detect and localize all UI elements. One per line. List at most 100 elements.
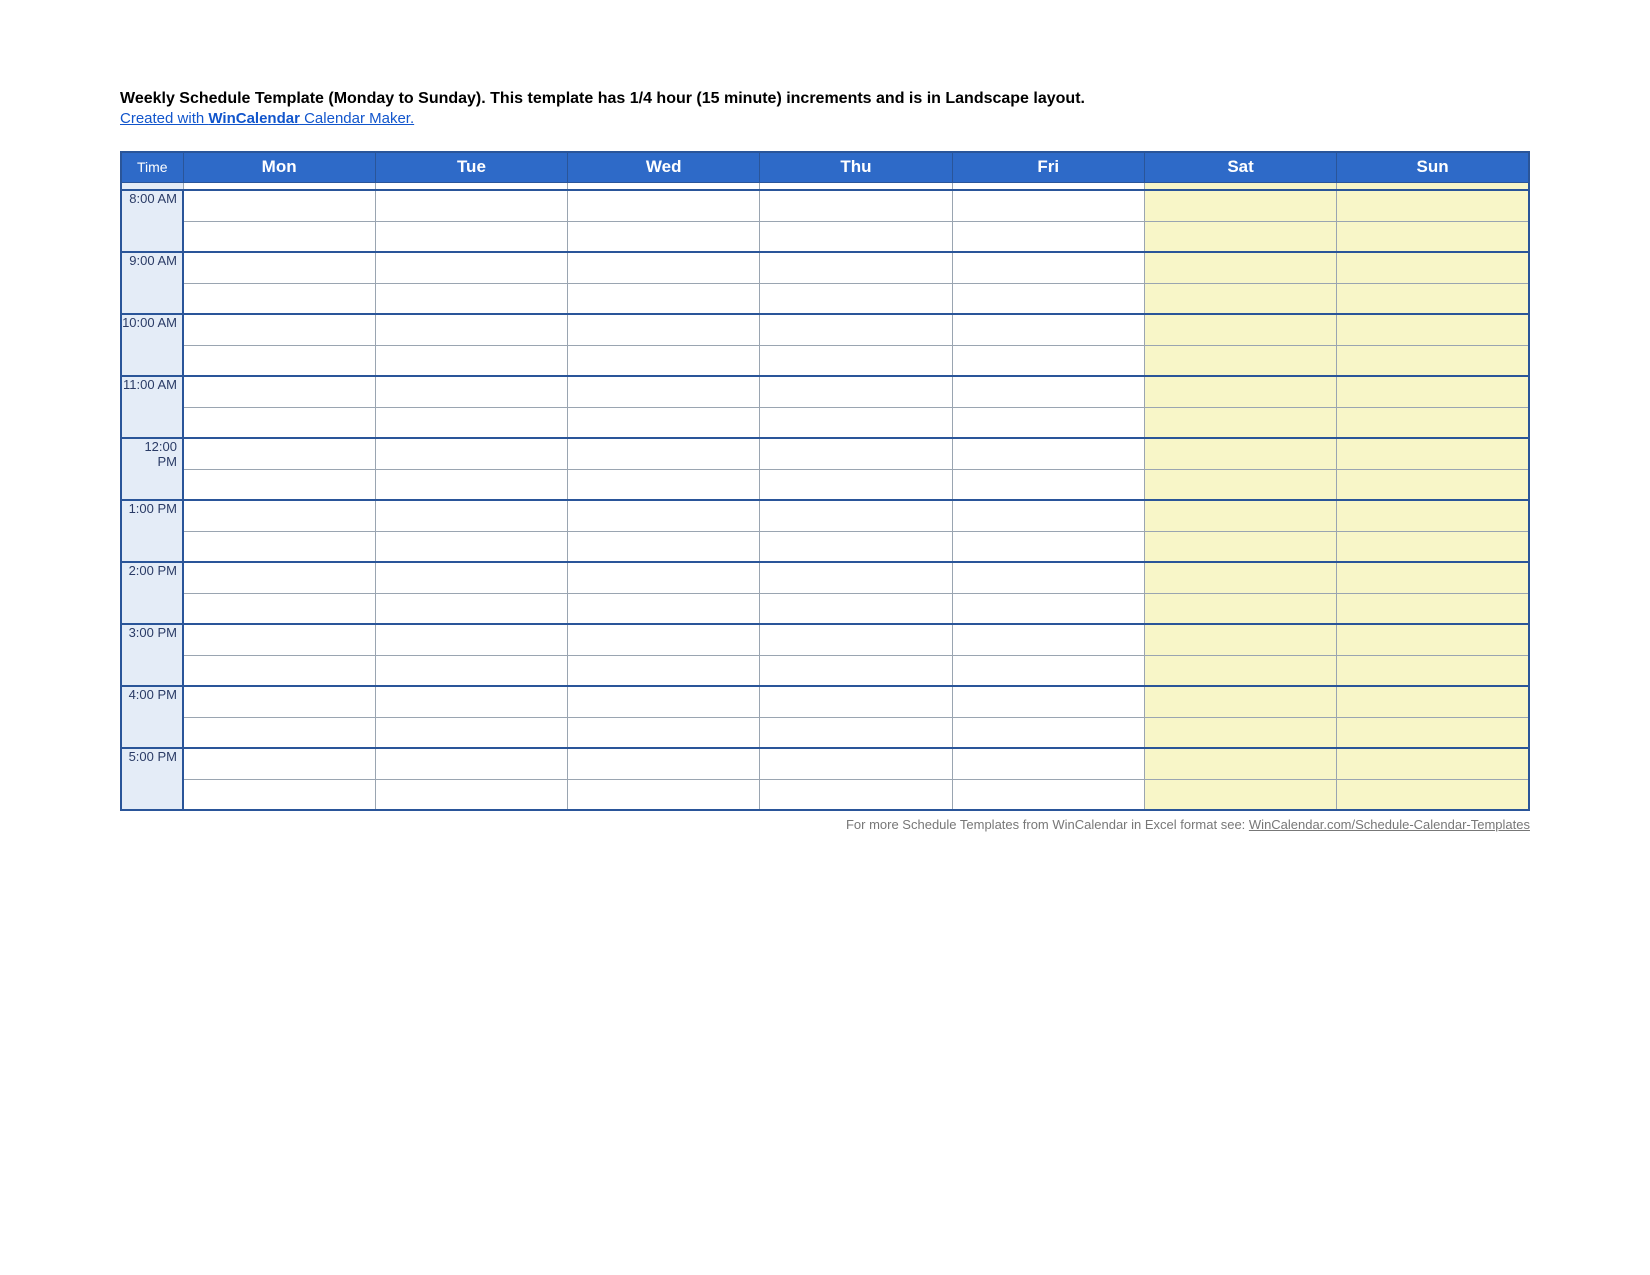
cell <box>952 407 1144 438</box>
time-cell <box>121 182 183 190</box>
cell <box>952 376 1144 407</box>
cell <box>1337 593 1529 624</box>
cell <box>375 562 567 593</box>
time-label: 10:00 AM <box>121 314 183 376</box>
cell <box>952 717 1144 748</box>
footer-note: For more Schedule Templates from WinCale… <box>120 817 1530 832</box>
cell <box>568 190 760 221</box>
cell <box>183 655 375 686</box>
cell <box>183 593 375 624</box>
col-tue: Tue <box>375 152 567 182</box>
cell <box>1337 748 1529 779</box>
cell <box>1144 469 1336 500</box>
cell <box>1337 283 1529 314</box>
col-sat: Sat <box>1144 152 1336 182</box>
cell <box>1144 562 1336 593</box>
table-row <box>121 717 1529 748</box>
cell <box>952 686 1144 717</box>
cell <box>760 717 952 748</box>
table-row <box>121 345 1529 376</box>
cell <box>952 624 1144 655</box>
cell <box>760 190 952 221</box>
cell <box>375 593 567 624</box>
table-row: 10:00 AM <box>121 314 1529 345</box>
cell <box>1337 438 1529 469</box>
cell <box>760 407 952 438</box>
cell <box>568 655 760 686</box>
cell <box>183 221 375 252</box>
cell <box>375 283 567 314</box>
time-label: 9:00 AM <box>121 252 183 314</box>
col-mon: Mon <box>183 152 375 182</box>
cell <box>1337 779 1529 810</box>
cell <box>375 407 567 438</box>
cell <box>1144 221 1336 252</box>
cell <box>1144 376 1336 407</box>
cell <box>375 717 567 748</box>
cell <box>375 531 567 562</box>
cell <box>1144 717 1336 748</box>
cell <box>568 562 760 593</box>
table-row <box>121 779 1529 810</box>
cell <box>375 438 567 469</box>
cell <box>760 221 952 252</box>
cell <box>1337 686 1529 717</box>
cell <box>568 686 760 717</box>
cell <box>375 624 567 655</box>
wincalendar-link[interactable]: Created with WinCalendar Calendar Maker. <box>120 110 414 127</box>
table-row <box>121 407 1529 438</box>
footer-link[interactable]: WinCalendar.com/Schedule-Calendar-Templa… <box>1249 817 1530 832</box>
link-bold: WinCalendar <box>208 110 300 127</box>
cell <box>1144 314 1336 345</box>
cell <box>375 190 567 221</box>
table-row <box>121 469 1529 500</box>
time-label: 11:00 AM <box>121 376 183 438</box>
cell <box>568 469 760 500</box>
cell <box>183 748 375 779</box>
cell <box>183 438 375 469</box>
cell <box>760 779 952 810</box>
cell <box>568 593 760 624</box>
cell <box>952 779 1144 810</box>
table-row: 1:00 PM <box>121 500 1529 531</box>
cell <box>760 438 952 469</box>
cell <box>1144 500 1336 531</box>
cell <box>568 182 760 190</box>
cell <box>952 221 1144 252</box>
table-row: 12:00 PM <box>121 438 1529 469</box>
cell <box>760 655 952 686</box>
cell <box>183 469 375 500</box>
cell <box>183 562 375 593</box>
cell <box>568 314 760 345</box>
cell <box>183 314 375 345</box>
cell <box>952 562 1144 593</box>
cell <box>183 190 375 221</box>
cell <box>760 624 952 655</box>
cell <box>375 686 567 717</box>
cell <box>760 500 952 531</box>
cell <box>183 686 375 717</box>
cell <box>1144 779 1336 810</box>
time-label: 1:00 PM <box>121 500 183 562</box>
cell <box>760 562 952 593</box>
table-row: 2:00 PM <box>121 562 1529 593</box>
cell <box>183 345 375 376</box>
cell <box>1337 655 1529 686</box>
cell <box>1337 407 1529 438</box>
cell <box>1144 283 1336 314</box>
cell <box>375 314 567 345</box>
cell <box>760 182 952 190</box>
col-fri: Fri <box>952 152 1144 182</box>
cell <box>952 182 1144 190</box>
table-row <box>121 593 1529 624</box>
cell <box>760 376 952 407</box>
cell <box>760 531 952 562</box>
cell <box>760 593 952 624</box>
cell <box>183 376 375 407</box>
time-label: 3:00 PM <box>121 624 183 686</box>
cell <box>568 252 760 283</box>
cell <box>1144 438 1336 469</box>
cell <box>183 717 375 748</box>
cell <box>183 283 375 314</box>
cell <box>1337 345 1529 376</box>
